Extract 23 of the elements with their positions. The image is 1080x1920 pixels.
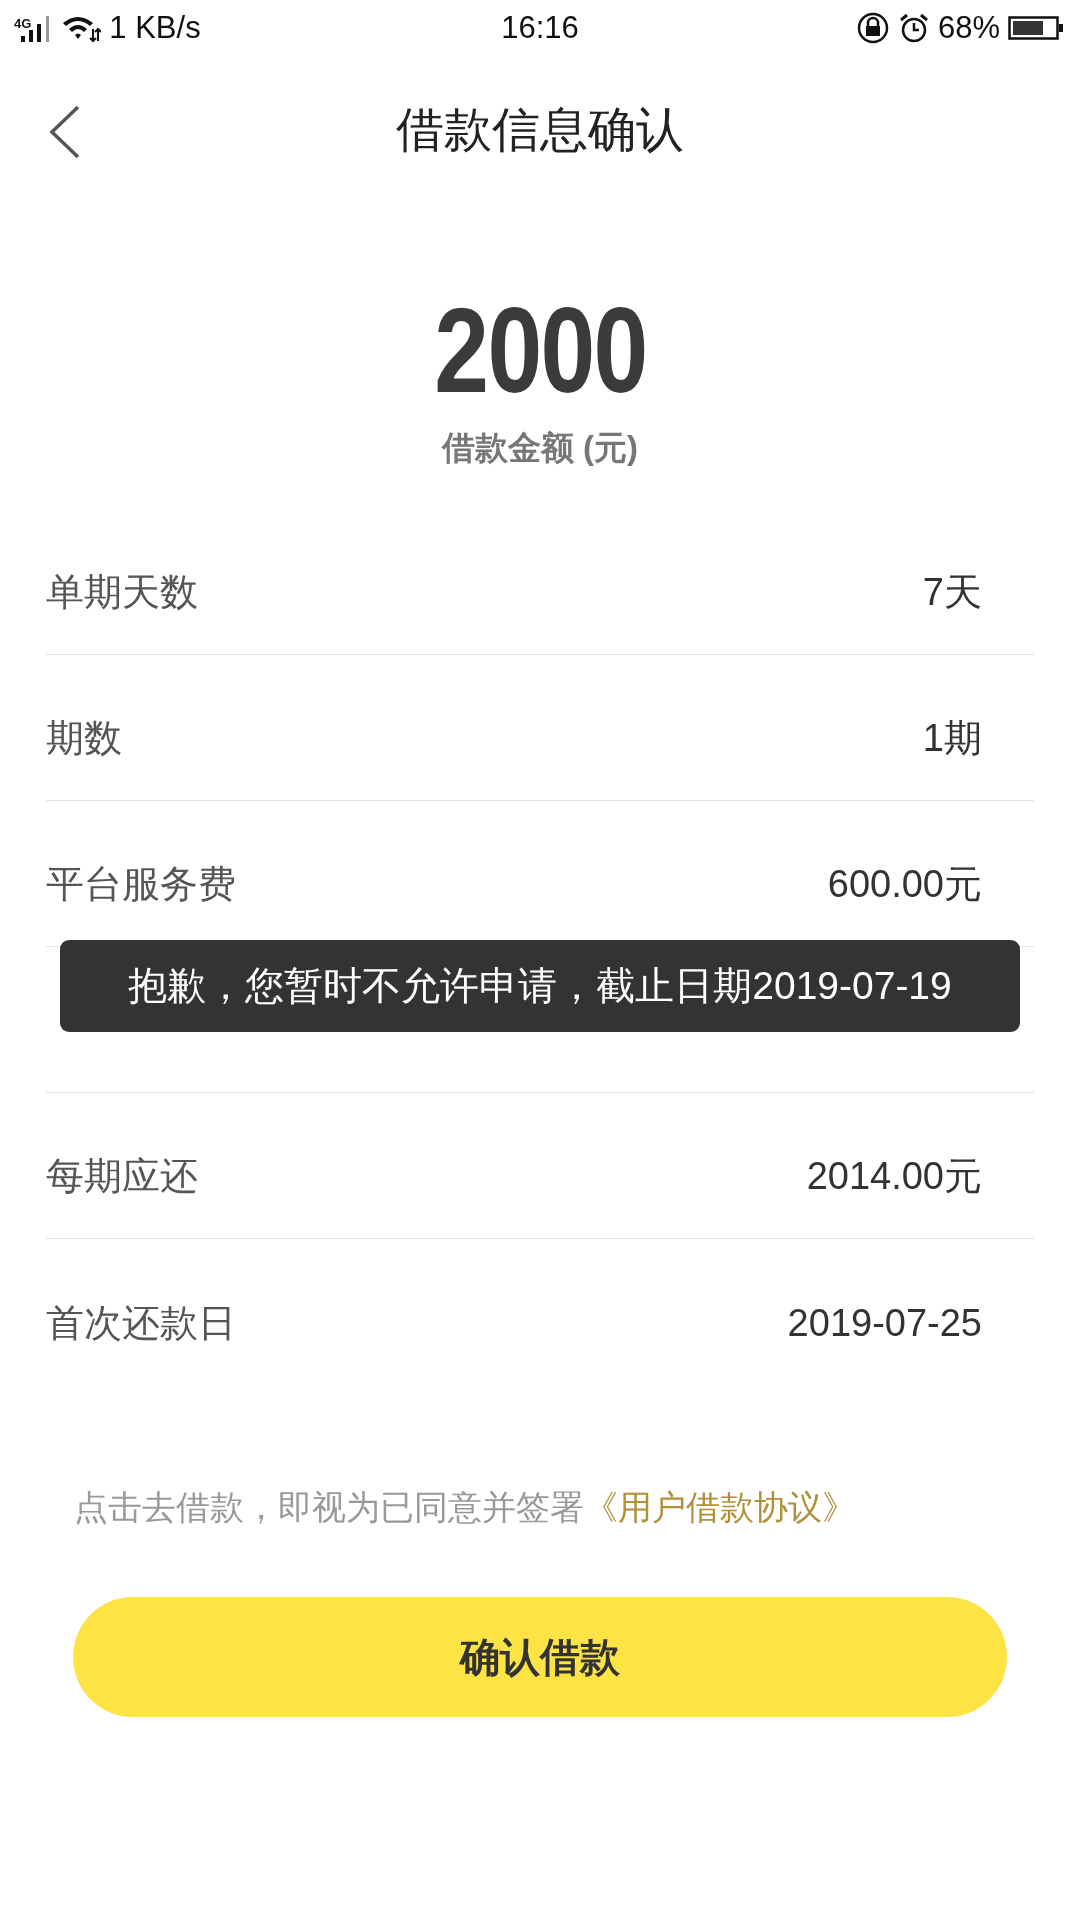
rotation-lock-icon <box>855 11 890 45</box>
battery-percent: 68% <box>937 10 1000 46</box>
row-label: 首次还款日 <box>46 1300 236 1346</box>
alarm-icon <box>897 12 930 44</box>
amount-label: 借款金额 (元) <box>441 428 639 468</box>
row-value: 600.00元 <box>827 862 982 907</box>
row-label: 单期天数 <box>46 570 198 615</box>
agreement-text: 点击去借款，即视为已同意并签署《用户借款协议》 <box>74 1487 857 1528</box>
page-title: 借款信息确认 <box>396 102 684 158</box>
row-value: 1期 <box>922 716 982 761</box>
clock-time: 16:16 <box>501 10 579 45</box>
network-type: 4G <box>14 16 32 31</box>
row-label: 期数 <box>46 716 122 761</box>
row-value: 7天 <box>922 570 982 615</box>
network-speed: 1 KB/s <box>109 10 201 46</box>
confirm-loan-button[interactable]: 确认借款 <box>73 1597 1007 1717</box>
battery-icon <box>1008 14 1064 42</box>
row-value: 2019-07-25 <box>787 1301 982 1345</box>
row-label: 每期应还 <box>46 1154 198 1199</box>
row-label: 平台服务费 <box>46 862 236 907</box>
loan-amount: 2000 <box>433 290 647 410</box>
row-value: 2014.00元 <box>806 1154 982 1199</box>
toast-message: 抱歉，您暂时不允许申请，截止日期2019-07-19 <box>60 940 1020 1032</box>
